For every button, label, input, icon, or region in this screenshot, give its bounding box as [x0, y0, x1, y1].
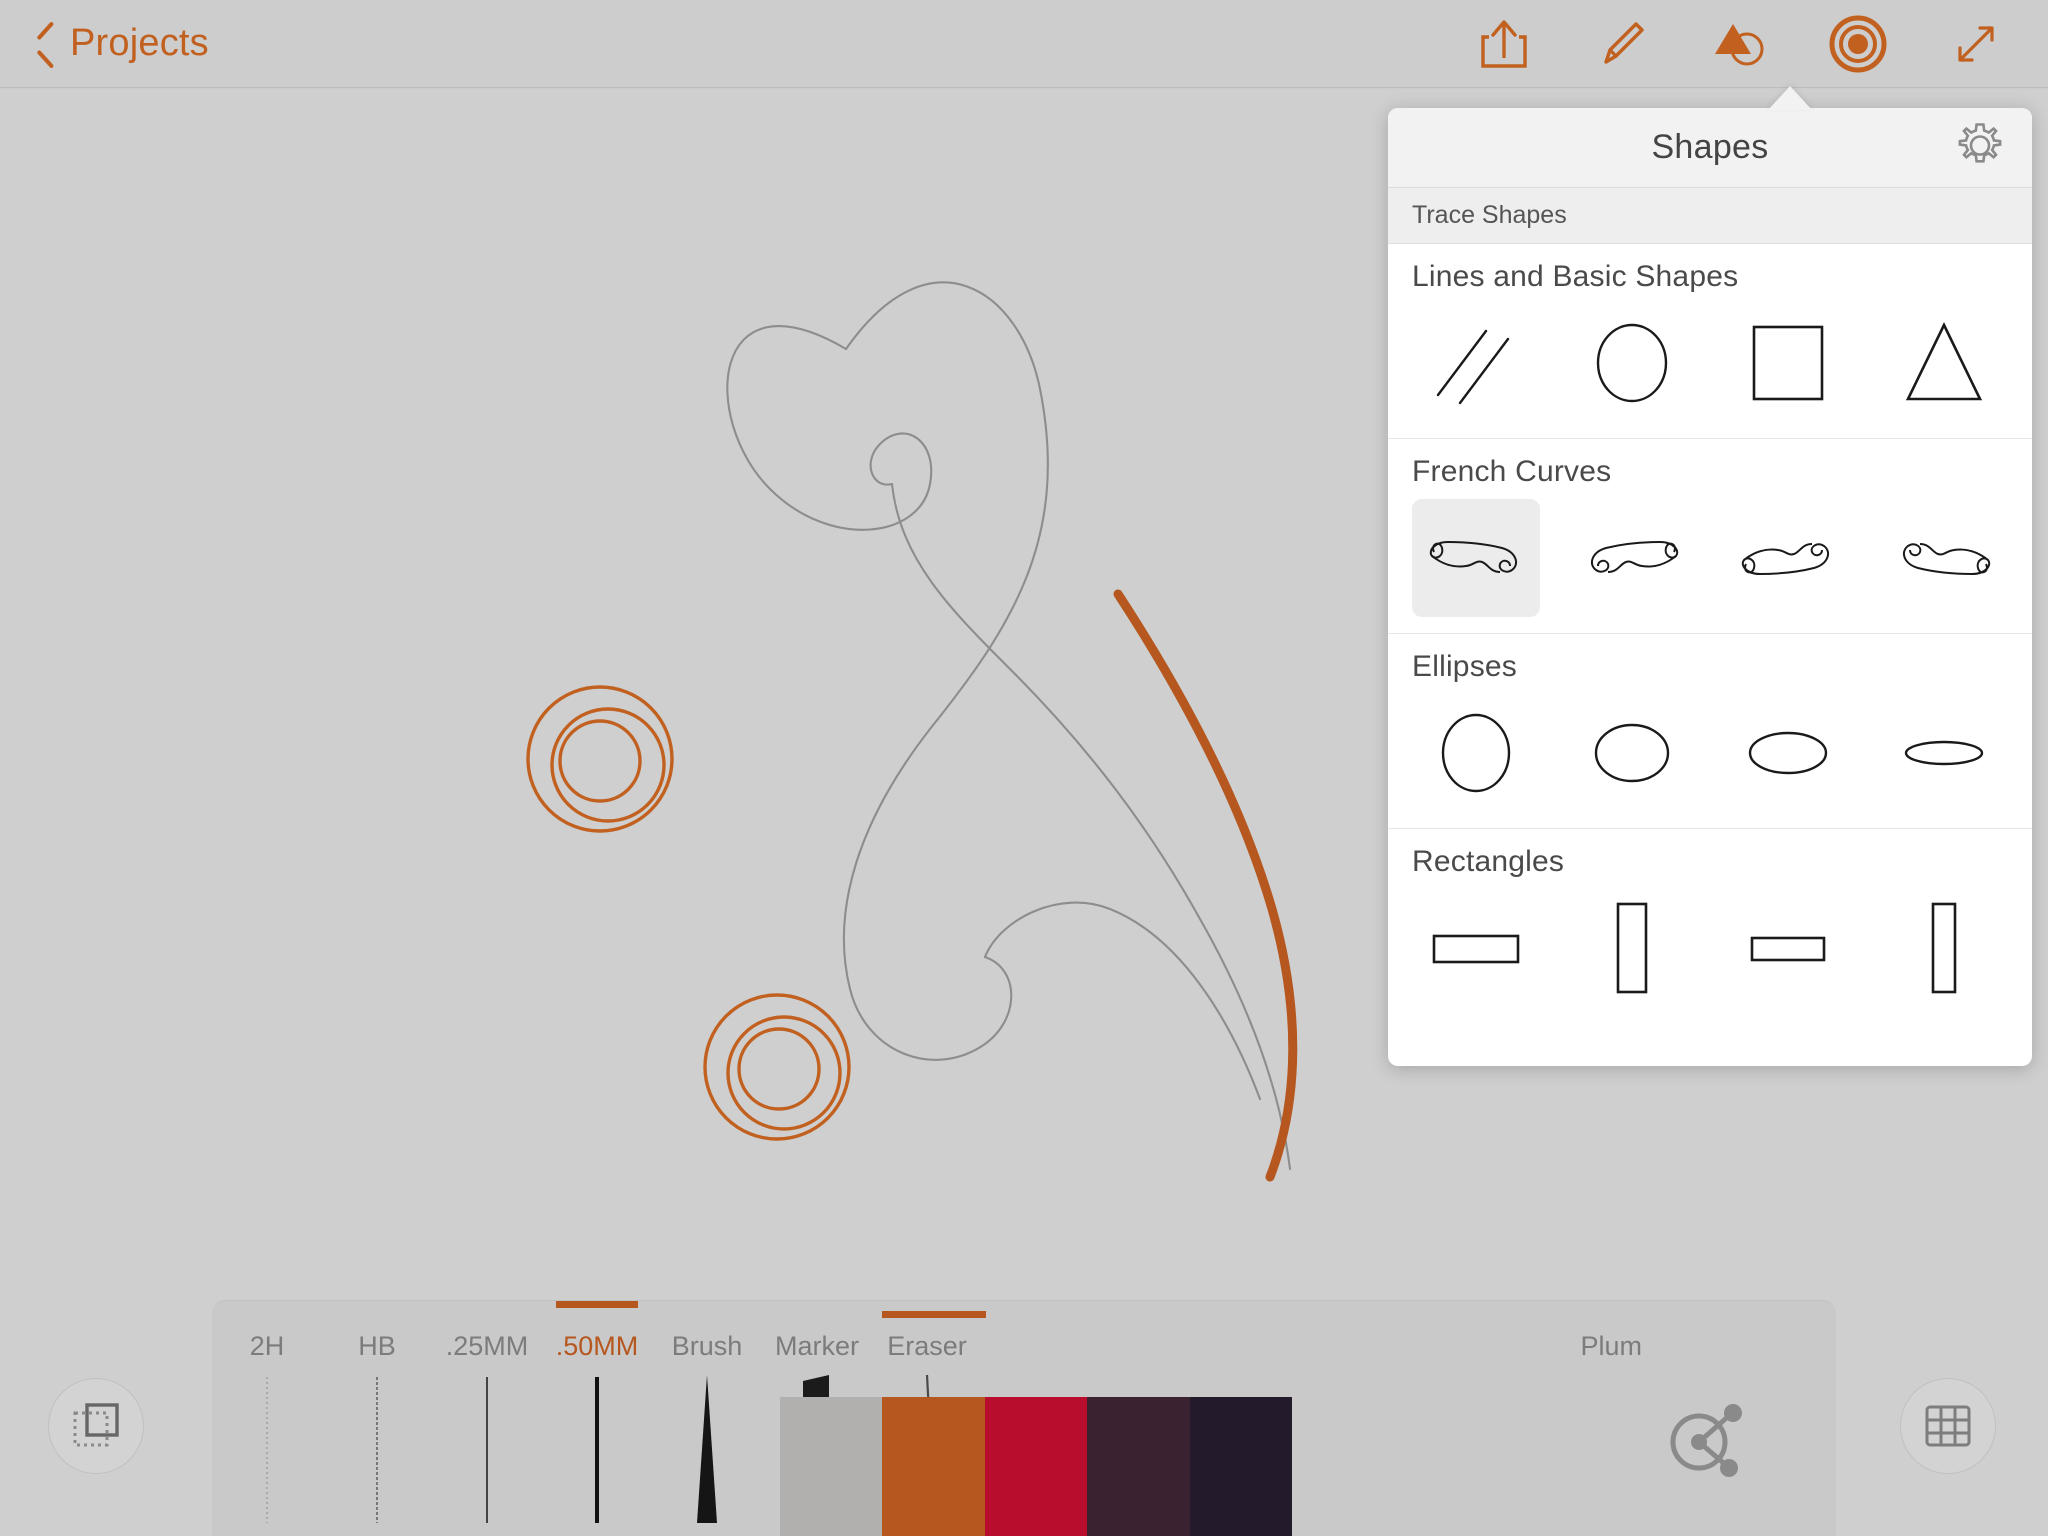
tool-label: Brush [671, 1331, 743, 1361]
tool-label: Marker [774, 1331, 859, 1361]
bottom-toolbar: 2H HB .25MM .50MM Brush Marker Eraser Pl… [212, 1300, 1836, 1536]
stroke-preview-25mm [486, 1377, 488, 1523]
shape-rect-1[interactable] [1412, 889, 1540, 1007]
shape-rect-2[interactable] [1568, 889, 1696, 1007]
top-toolbar: Projects [0, 0, 2048, 88]
shape-circle[interactable] [1568, 304, 1696, 422]
stroke-preview-brush [697, 1375, 717, 1523]
tool-2h[interactable]: 2H [212, 1301, 322, 1536]
section-rectangles: Rectangles [1388, 829, 2032, 1023]
section-items [1412, 298, 2008, 438]
shape-lines[interactable] [1412, 304, 1540, 422]
tool-selection-indicator [556, 1301, 638, 1308]
share-icon[interactable] [1474, 14, 1534, 74]
subheader-label: Trace Shapes [1412, 201, 1567, 229]
color-harmony-icon[interactable] [1660, 1393, 1756, 1489]
trace-shapes-subheader: Trace Shapes [1388, 188, 2032, 244]
section-ellipses: Ellipses [1388, 634, 2032, 829]
shape-rectangle[interactable] [1724, 304, 1852, 422]
shape-ellipse-4[interactable] [1880, 694, 2008, 812]
color-icon[interactable] [1828, 14, 1888, 74]
tool-label: Eraser [887, 1331, 967, 1361]
section-items [1412, 493, 2008, 633]
layers-button[interactable] [48, 1378, 144, 1474]
illustrator-draw-app: Projects Shapes Trace Shapes Lines and B… [0, 0, 2048, 1536]
section-title: Ellipses [1412, 650, 1517, 683]
shapes-panel: Shapes Trace Shapes Lines and Basic Shap… [1388, 108, 2032, 1066]
shape-rect-4[interactable] [1880, 889, 2008, 1007]
stroke-preview-50mm [595, 1377, 599, 1523]
section-items [1412, 688, 2008, 828]
pencil-icon[interactable] [1592, 14, 1652, 74]
shape-french-curve-4[interactable] [1880, 499, 2008, 617]
top-toolbar-actions [1474, 14, 2006, 74]
tool-label: .25MM [445, 1331, 529, 1361]
shapes-panel-header: Shapes [1388, 108, 2032, 188]
color-swatches [780, 1311, 1293, 1536]
tool-hb[interactable]: HB [322, 1301, 432, 1536]
stroke-preview-hb [376, 1377, 378, 1523]
shape-ellipse-3[interactable] [1724, 694, 1852, 812]
panel-caret [1768, 86, 1812, 110]
swatch-crimson[interactable] [984, 1397, 1088, 1536]
layers-icon [73, 1403, 119, 1447]
shape-french-curve-3[interactable] [1724, 499, 1852, 617]
tool-label: .50MM [555, 1331, 639, 1361]
section-title: French Curves [1412, 455, 1612, 488]
chevron-left-icon [30, 24, 56, 64]
tool-25mm[interactable]: .25MM [432, 1301, 542, 1536]
stroke-preview-2h [266, 1377, 268, 1523]
shapes-icon[interactable] [1710, 14, 1770, 74]
gear-icon[interactable] [1954, 119, 2006, 176]
section-items [1412, 883, 2008, 1023]
back-label: Projects [70, 22, 209, 64]
shape-rect-3[interactable] [1724, 889, 1852, 1007]
shapes-panel-body: Lines and Basic Shapes French Curves Ell… [1388, 244, 2032, 1023]
swatch-plum[interactable] [1087, 1397, 1190, 1536]
section-title: Lines and Basic Shapes [1412, 260, 1739, 293]
tool-50mm[interactable]: .50MM [542, 1301, 652, 1536]
section-french-curves: French Curves [1388, 439, 2032, 634]
swatch-orange[interactable] [882, 1311, 987, 1536]
grid-icon [1925, 1405, 1971, 1447]
shape-french-curve-1[interactable] [1412, 499, 1540, 617]
swatch-gray[interactable] [780, 1397, 883, 1536]
swatch-selection-indicator [882, 1311, 987, 1318]
tool-label: 2H [249, 1331, 285, 1361]
shape-ellipse-1[interactable] [1412, 694, 1540, 812]
section-lines-and-basic-shapes: Lines and Basic Shapes [1388, 244, 2032, 439]
tool-brush[interactable]: Brush [652, 1301, 762, 1536]
back-to-projects-button[interactable]: Projects [30, 22, 209, 65]
shape-french-curve-2[interactable] [1568, 499, 1696, 617]
panel-title: Shapes [1651, 128, 1769, 166]
shape-ellipse-2[interactable] [1568, 694, 1696, 812]
swatch-dark-plum[interactable] [1189, 1397, 1293, 1536]
grid-button[interactable] [1900, 1378, 1996, 1474]
section-title: Rectangles [1412, 845, 1565, 878]
shape-triangle[interactable] [1880, 304, 2008, 422]
tool-label: HB [358, 1331, 396, 1361]
expand-icon[interactable] [1946, 14, 2006, 74]
palette-name: Plum [1580, 1331, 1642, 1361]
